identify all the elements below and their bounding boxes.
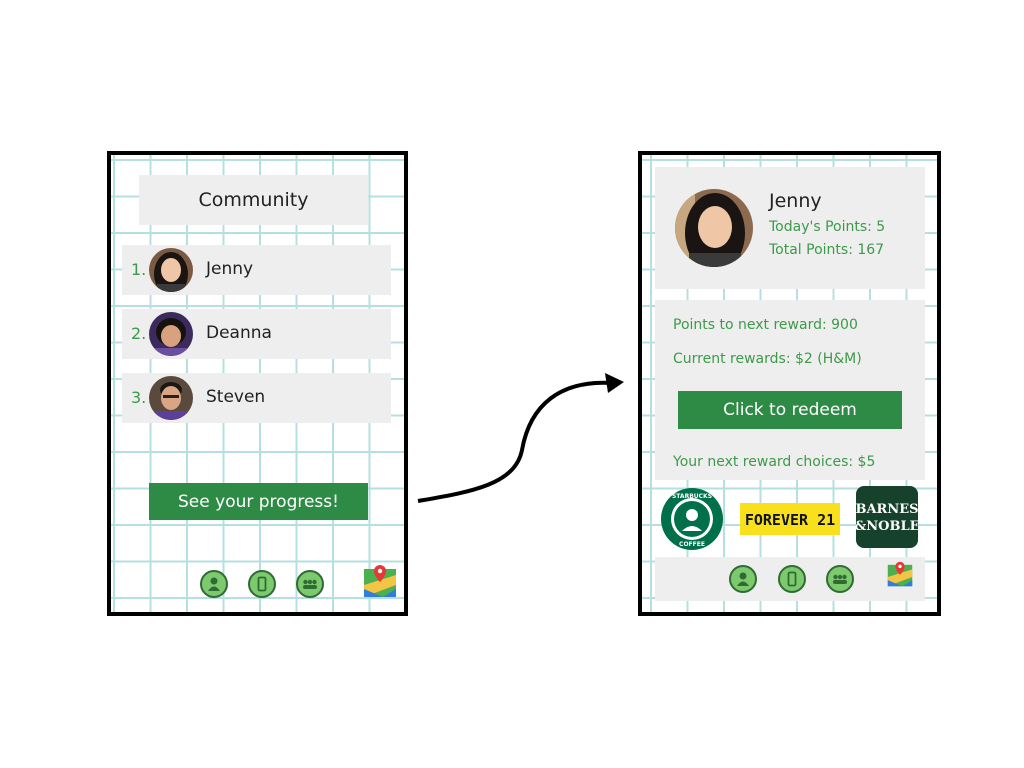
map-icon[interactable] xyxy=(887,560,913,592)
profile-name: Jenny xyxy=(769,190,822,212)
rewards-card: Points to next reward: 900 Current rewar… xyxy=(655,300,925,480)
points-to-next-reward: Points to next reward: 900 xyxy=(673,317,858,333)
svg-text:BARNES: BARNES xyxy=(856,502,918,517)
avatar xyxy=(675,189,753,267)
redeem-button[interactable]: Click to redeem xyxy=(678,391,902,429)
svg-text:FOREVER 21: FOREVER 21 xyxy=(745,511,835,529)
person-icon[interactable] xyxy=(729,565,757,593)
barnes-noble-logo[interactable]: BARNES &NOBLE xyxy=(855,486,920,552)
svg-text:&NOBLE: &NOBLE xyxy=(856,519,918,534)
profile-card: Jenny Today's Points: 5 Total Points: 16… xyxy=(655,167,925,289)
forever21-logo[interactable]: FOREVER 21 xyxy=(740,503,840,539)
todays-points: Today's Points: 5 xyxy=(769,219,886,235)
starbucks-logo[interactable]: STARBUCKS COFFEE xyxy=(660,487,724,555)
group-icon[interactable] xyxy=(826,565,854,593)
next-reward-choices: Your next reward choices: $5 xyxy=(673,454,876,470)
bottom-nav xyxy=(655,557,925,601)
phone-icon[interactable] xyxy=(778,565,806,593)
total-points: Total Points: 167 xyxy=(769,242,885,258)
progress-screen: Jenny Today's Points: 5 Total Points: 16… xyxy=(638,151,941,616)
current-rewards: Current rewards: $2 (H&M) xyxy=(673,351,862,367)
svg-text:STARBUCKS: STARBUCKS xyxy=(672,493,712,500)
svg-text:COFFEE: COFFEE xyxy=(679,541,705,548)
